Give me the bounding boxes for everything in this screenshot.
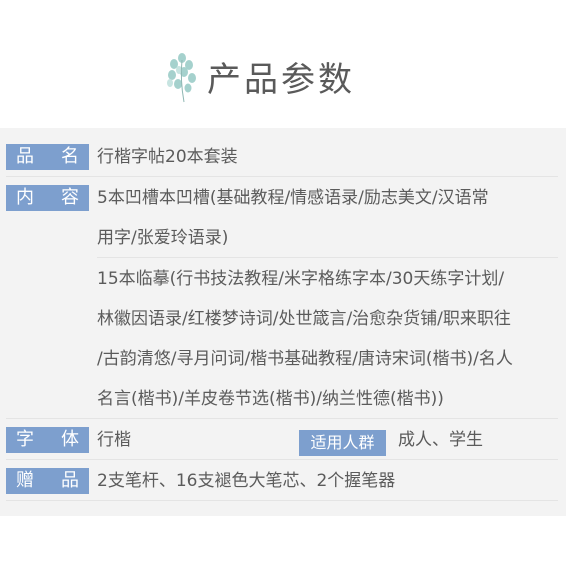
name-value: 行楷字帖20本套装 xyxy=(97,147,238,167)
divider xyxy=(6,418,558,419)
content-label: 内 容 xyxy=(6,185,89,211)
divider xyxy=(6,500,558,501)
divider xyxy=(6,459,558,460)
gift-label: 赠 品 xyxy=(6,468,89,494)
gift-value: 2支笔杆、16支褪色大笔芯、2个握笔器 xyxy=(97,471,396,491)
page-title: 产品参数 xyxy=(207,60,355,100)
header: 产品参数 xyxy=(0,0,566,128)
content-line: 用字/张爱玲语录) xyxy=(97,228,229,248)
divider xyxy=(97,257,558,258)
content-line: 林徽因语录/红楼梦诗词/处世箴言/治愈杂货铺/职来职往 xyxy=(97,309,511,329)
font-label: 字 体 xyxy=(6,427,89,453)
content-line: /古韵清悠/寻月问词/楷书基础教程/唐诗宋词(楷书)/名人 xyxy=(97,349,513,369)
name-label: 品 名 xyxy=(6,144,89,170)
content-line: 15本临摹(行书技法教程/米字格练字本/30天练字计划/ xyxy=(97,269,505,289)
product-params-panel: 品 名 行楷字帖20本套装 内 容 5本凹槽本凹槽(基础教程/情感语录/励志美文… xyxy=(0,128,566,516)
content-line: 名言(楷书)/羊皮卷节选(楷书)/纳兰性德(楷书)) xyxy=(97,389,444,409)
audience-value: 成人、学生 xyxy=(398,430,483,450)
audience-label: 适用人群 xyxy=(299,430,386,456)
leaf-icon xyxy=(167,53,196,103)
font-value: 行楷 xyxy=(97,430,131,450)
divider xyxy=(6,176,558,177)
content-line: 5本凹槽本凹槽(基础教程/情感语录/励志美文/汉语常 xyxy=(97,188,489,208)
